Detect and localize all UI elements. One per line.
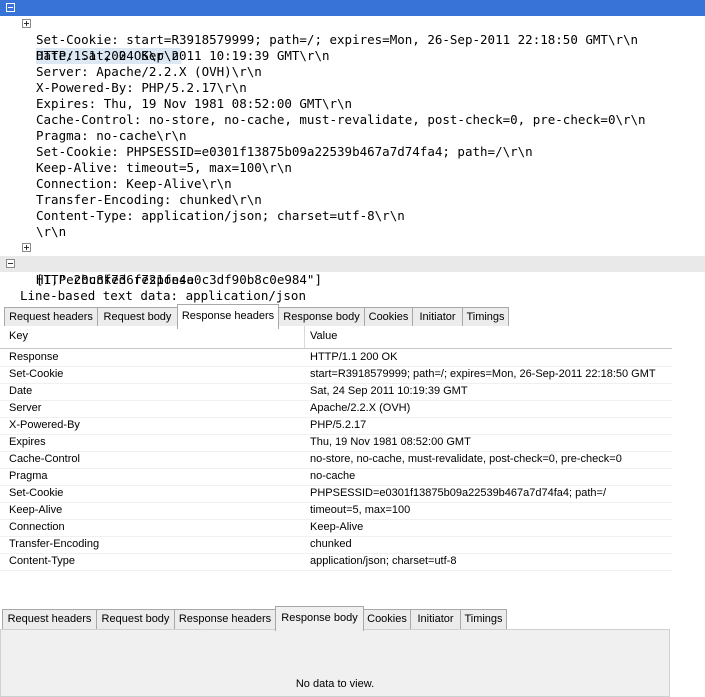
- header-key: Set-Cookie: [9, 368, 64, 380]
- header-value: start=R3918579999; path=/; expires=Mon, …: [310, 368, 656, 380]
- tree-header-line[interactable]: Date: Sat, 24 Sep 2011 10:19:39 GMT\r\n: [36, 48, 330, 64]
- tree-node-line-based[interactable]: Line-based text data: application/json: [0, 256, 705, 303]
- response-body-view: No data to view.: [0, 629, 670, 697]
- tree-header-line[interactable]: Set-Cookie: start=R3918579999; path=/; e…: [36, 32, 638, 48]
- table-row[interactable]: Set-Cookie PHPSESSID=e0301f13875b09a22539…: [0, 485, 672, 503]
- header-value: no-cache: [310, 470, 356, 482]
- header-key: Cache-Control: [9, 453, 80, 465]
- header-key: Date: [9, 385, 33, 397]
- tree-node-status-line[interactable]: HTTP/1.1 200 OK\r\n: [0, 16, 705, 64]
- header-key: Connection: [9, 521, 65, 533]
- tree-header-line[interactable]: \r\n: [36, 224, 66, 240]
- tab-response-headers[interactable]: Response headers: [174, 609, 276, 629]
- header-value: Thu, 19 Nov 1981 08:52:00 GMT: [310, 436, 471, 448]
- header-value: no-store, no-cache, must-revalidate, pos…: [310, 453, 622, 465]
- tree-header-line[interactable]: Keep-Alive: timeout=5, max=100\r\n: [36, 160, 292, 176]
- header-value: application/json; charset=utf-8: [310, 555, 457, 567]
- tab-initiator[interactable]: Initiator: [410, 609, 461, 629]
- table-row[interactable]: Content-Type application/json; charset=ut…: [0, 553, 672, 571]
- header-key: Server: [9, 402, 42, 414]
- header-key: Keep-Alive: [9, 504, 63, 516]
- table-row[interactable]: Pragma no-cache: [0, 468, 672, 486]
- response-body-panel: Request headers Request body Response he…: [0, 606, 672, 697]
- empty-message: No data to view.: [295, 678, 375, 690]
- tab-timings[interactable]: Timings: [462, 307, 509, 327]
- header-value: timeout=5, max=100: [310, 504, 411, 516]
- tree-header-line[interactable]: Set-Cookie: PHPSESSID=e0301f13875b09a225…: [36, 144, 533, 160]
- header-key: Pragma: [9, 470, 48, 482]
- table-row[interactable]: X-Powered-By PHP/5.2.17: [0, 417, 672, 435]
- header-key: Expires: [9, 436, 46, 448]
- header-key: X-Powered-By: [9, 419, 80, 431]
- table-row[interactable]: Connection Keep-Alive: [0, 519, 672, 537]
- table-row[interactable]: Transfer-Encoding chunked: [0, 536, 672, 554]
- collapse-icon[interactable]: [6, 3, 15, 12]
- tab-initiator[interactable]: Initiator: [412, 307, 463, 327]
- tree-header-line[interactable]: Cache-Control: no-store, no-cache, must-…: [36, 112, 646, 128]
- column-header-value[interactable]: Value: [310, 330, 337, 342]
- tree-node-http[interactable]: Hypertext Transfer Protocol: [0, 0, 705, 47]
- expand-icon[interactable]: [22, 243, 31, 252]
- tree-header-line[interactable]: Expires: Thu, 19 Nov 1981 08:52:00 GMT\r…: [36, 96, 352, 112]
- header-key: Response: [9, 351, 59, 363]
- tree-header-line[interactable]: Pragma: no-cache\r\n: [36, 128, 187, 144]
- table-row[interactable]: Date Sat, 24 Sep 2011 10:19:39 GMT: [0, 383, 672, 401]
- table-row[interactable]: Set-Cookie start=R3918579999; path=/; exp…: [0, 366, 672, 384]
- header-key: Content-Type: [9, 555, 76, 567]
- table-row[interactable]: Server Apache/2.2.X (OVH): [0, 400, 672, 418]
- header-value: PHP/5.2.17: [310, 419, 367, 431]
- table-row[interactable]: Cache-Control no-store, no-cache, must-re…: [0, 451, 672, 469]
- packet-detail-tree: Hypertext Transfer Protocol HTTP/1.1 200…: [0, 0, 705, 303]
- tab-cookies[interactable]: Cookies: [364, 307, 413, 327]
- tree-header-line[interactable]: X-Powered-By: PHP/5.2.17\r\n: [36, 80, 247, 96]
- tree-header-line[interactable]: Transfer-Encoding: chunked\r\n: [36, 192, 262, 208]
- tree-header-line[interactable]: Server: Apache/2.2.X (OVH)\r\n: [36, 64, 262, 80]
- header-value: PHPSESSID=e0301f13875b09a22539b467a7d74f…: [310, 487, 607, 499]
- response-headers-panel: Request headers Request body Response he…: [0, 304, 672, 574]
- table-row[interactable]: Response HTTP/1.1 200 OK: [0, 349, 672, 367]
- grid-header: Key Value: [0, 326, 672, 349]
- tree-node-label: Line-based text data: application/json: [20, 288, 306, 303]
- tab-request-headers[interactable]: Request headers: [4, 307, 98, 327]
- tree-node-chunked[interactable]: HTTP chunked response: [0, 240, 705, 287]
- header-value: HTTP/1.1 200 OK: [310, 351, 398, 363]
- header-value: Sat, 24 Sep 2011 10:19:39 GMT: [310, 385, 468, 397]
- tree-header-line[interactable]: Connection: Keep-Alive\r\n: [36, 176, 232, 192]
- tree-header-line[interactable]: Content-Type: application/json; charset=…: [36, 208, 405, 224]
- table-row[interactable]: Expires Thu, 19 Nov 1981 08:52:00 GMT: [0, 434, 672, 452]
- table-row[interactable]: Keep-Alive timeout=5, max=100: [0, 502, 672, 520]
- tab-request-body[interactable]: Request body: [97, 307, 178, 327]
- tree-node-json-data[interactable]: [1,"e20c8f736f721fe4a0c3df90b8c0e984"]: [36, 272, 322, 288]
- tab-response-body[interactable]: Response body: [278, 307, 365, 327]
- tab-request-body[interactable]: Request body: [96, 609, 175, 629]
- header-key: Set-Cookie: [9, 487, 64, 499]
- tab-bar: Request headers Request body Response he…: [0, 606, 672, 631]
- tab-response-headers[interactable]: Response headers: [177, 304, 279, 329]
- header-value: Apache/2.2.X (OVH): [310, 402, 411, 414]
- column-header-key[interactable]: Key: [9, 330, 28, 342]
- tab-cookies[interactable]: Cookies: [363, 609, 411, 629]
- collapse-icon[interactable]: [6, 259, 15, 268]
- tab-timings[interactable]: Timings: [460, 609, 507, 629]
- tab-response-body[interactable]: Response body: [275, 606, 364, 631]
- tab-request-headers[interactable]: Request headers: [2, 609, 97, 629]
- header-key: Transfer-Encoding: [9, 538, 100, 550]
- header-value: chunked: [310, 538, 352, 550]
- expand-icon[interactable]: [22, 19, 31, 28]
- column-divider[interactable]: [304, 326, 305, 348]
- header-value: Keep-Alive: [310, 521, 364, 533]
